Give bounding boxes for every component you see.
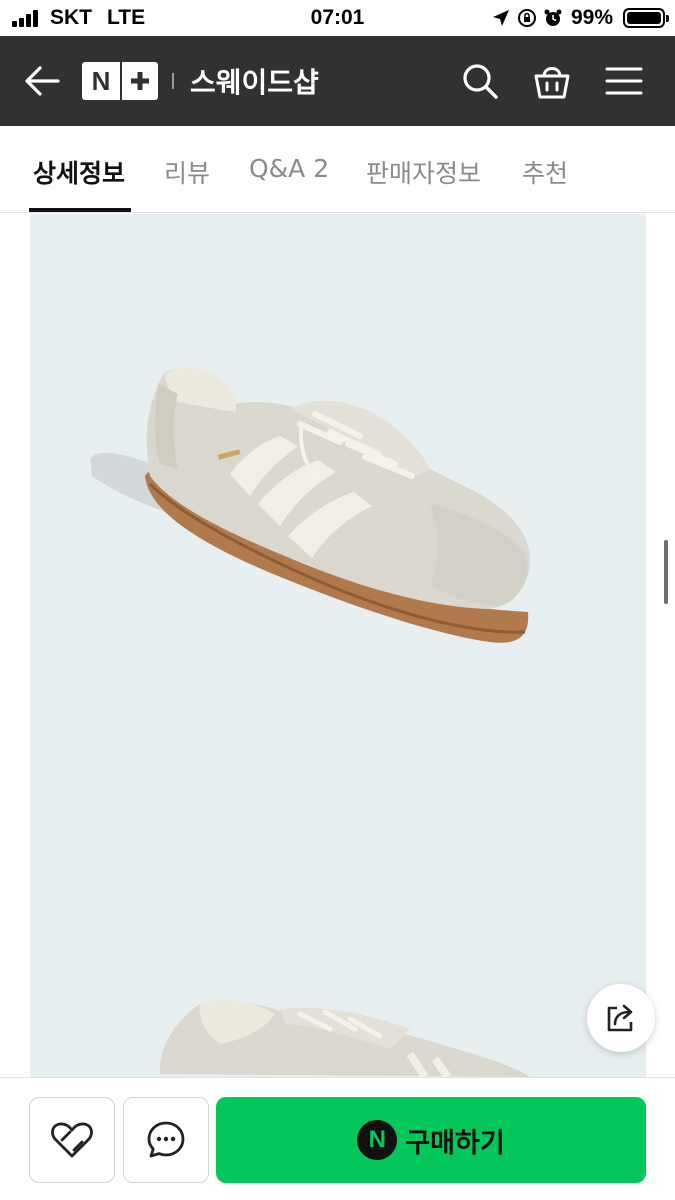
search-icon[interactable] bbox=[460, 61, 500, 101]
plus-icon bbox=[120, 62, 158, 100]
shop-header: N 스웨이드샵 bbox=[0, 36, 675, 126]
logo-letter: N bbox=[91, 65, 111, 96]
tab-reviews[interactable]: 리뷰 bbox=[164, 154, 210, 190]
tab-seller-info[interactable]: 판매자정보 bbox=[366, 154, 481, 190]
tab-detail-info[interactable]: 상세정보 bbox=[33, 154, 125, 190]
share-button[interactable] bbox=[587, 984, 655, 1052]
logo-divider bbox=[172, 73, 174, 89]
naver-plus-logo[interactable]: N bbox=[82, 62, 158, 100]
sneaker-illustration bbox=[90, 367, 530, 1077]
rotation-lock-icon bbox=[517, 9, 536, 27]
active-tab-indicator bbox=[29, 208, 131, 212]
naver-pay-icon: N bbox=[357, 1120, 398, 1160]
buy-button-label: 구매하기 bbox=[405, 1127, 505, 1159]
status-right-group: 99% bbox=[491, 4, 669, 32]
like-button[interactable] bbox=[29, 1097, 115, 1183]
alarm-clock-icon bbox=[544, 9, 562, 26]
chat-bubble-icon bbox=[147, 1121, 185, 1158]
shop-name[interactable]: 스웨이드샵 bbox=[190, 61, 319, 101]
menu-icon[interactable] bbox=[604, 61, 644, 101]
product-detail-page: SKT LTE 07:01 99% N 스웨이드샵 상세정보 리뷰 Q&A 2 … bbox=[0, 0, 675, 1200]
buy-button[interactable]: N 구매하기 bbox=[216, 1097, 646, 1183]
battery-fill bbox=[627, 12, 661, 24]
scrollbar-thumb[interactable] bbox=[664, 540, 668, 604]
battery-percentage: 99% bbox=[570, 6, 613, 29]
heart-icon bbox=[51, 1122, 93, 1158]
network-type: LTE bbox=[107, 6, 146, 29]
purchase-bar: N 구매하기 bbox=[0, 1077, 675, 1200]
location-arrow-icon bbox=[492, 10, 509, 26]
tab-recommend[interactable]: 추천 bbox=[522, 154, 568, 190]
product-image bbox=[30, 214, 646, 1077]
status-bar: SKT LTE 07:01 99% bbox=[0, 0, 675, 36]
back-arrow-icon[interactable] bbox=[22, 63, 62, 99]
tab-qna[interactable]: Q&A 2 bbox=[249, 154, 329, 183]
chat-button[interactable] bbox=[123, 1097, 209, 1183]
shopping-bag-icon[interactable] bbox=[532, 61, 572, 101]
battery-icon bbox=[623, 8, 669, 28]
share-icon bbox=[607, 1004, 633, 1032]
signal-strength-icon bbox=[12, 10, 42, 27]
detail-tabs: 상세정보 리뷰 Q&A 2 판매자정보 추천 bbox=[0, 126, 675, 213]
product-detail-content[interactable] bbox=[0, 214, 675, 1077]
carrier-name: SKT bbox=[50, 6, 92, 29]
